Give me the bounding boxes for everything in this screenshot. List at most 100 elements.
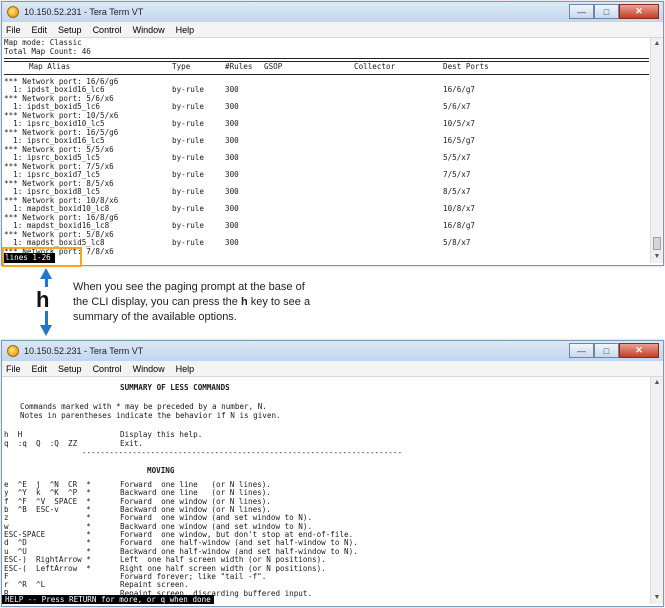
- close-icon: ✕: [635, 6, 643, 16]
- menu-setup[interactable]: Setup: [58, 25, 82, 35]
- type-cell: by-rule: [172, 136, 205, 145]
- rules-cell: 300: [225, 238, 239, 247]
- tera-term-icon: [7, 6, 19, 18]
- rules-cell: 300: [225, 187, 239, 196]
- dest-ports-cell: 10/8/x7: [443, 204, 476, 213]
- col-map-alias: Map Alias: [29, 62, 71, 71]
- col-dest-ports: Dest Ports: [443, 62, 489, 71]
- arrow-down-head: [40, 325, 52, 336]
- scroll-up-icon[interactable]: ▲: [651, 377, 663, 389]
- menu-file[interactable]: File: [6, 364, 21, 374]
- dest-ports-cell: 16/8/g7: [443, 221, 476, 230]
- type-cell: by-rule: [172, 187, 205, 196]
- h-key-label: h: [36, 287, 50, 312]
- type-cell: by-rule: [172, 170, 205, 179]
- close-button[interactable]: ✕: [619, 4, 659, 19]
- moving-title: MOVING: [147, 466, 175, 475]
- menu-control[interactable]: Control: [93, 25, 122, 35]
- close-button[interactable]: ✕: [619, 343, 659, 358]
- tera-term-icon: [7, 345, 19, 357]
- scroll-thumb[interactable]: [653, 237, 661, 250]
- dest-ports-cell: 16/6/g7: [443, 85, 476, 94]
- maximize-icon: □: [603, 345, 610, 356]
- close-icon: ✕: [635, 345, 643, 355]
- col-rules: #Rules: [225, 62, 253, 71]
- map-count-line: Total Map Count: 46: [4, 47, 91, 56]
- rules-cell: 300: [225, 204, 239, 213]
- window-title: 10.150.52.231 - Tera Term VT: [24, 7, 144, 17]
- minimize-icon: —: [577, 6, 586, 17]
- menu-help[interactable]: Help: [176, 25, 195, 35]
- menu-edit[interactable]: Edit: [32, 364, 48, 374]
- menu-bar: File Edit Setup Control Window Help: [2, 22, 663, 38]
- dest-ports-cell: 5/8/x7: [443, 238, 471, 247]
- menu-help[interactable]: Help: [176, 364, 195, 374]
- help-keys-h: h H: [4, 430, 23, 439]
- minimize-button[interactable]: —: [569, 343, 594, 358]
- dest-ports-cell: 5/5/x7: [443, 153, 471, 162]
- bottom-terminal-window: 10.150.52.231 - Tera Term VT — □ ✕ File …: [1, 340, 664, 607]
- rules-cell: 300: [225, 85, 239, 94]
- dest-ports-cell: 8/5/x7: [443, 187, 471, 196]
- terminal-screen[interactable]: SUMMARY OF LESS COMMANDS Commands marked…: [2, 377, 651, 604]
- section-divider: ----------------------------------------…: [82, 448, 403, 457]
- callout-caption: When you see the paging prompt at the ba…: [73, 280, 313, 325]
- col-type: Type: [172, 62, 191, 71]
- menu-edit[interactable]: Edit: [32, 25, 48, 35]
- command-keys: r ^R ^L: [4, 580, 46, 590]
- type-cell: by-rule: [172, 204, 205, 213]
- menu-file[interactable]: File: [6, 25, 21, 35]
- help-desc-q: Exit.: [120, 439, 143, 448]
- top-terminal-window: 10.150.52.231 - Tera Term VT — □ ✕ File …: [1, 1, 664, 266]
- col-collector: Collector: [354, 62, 396, 71]
- menu-bar: File Edit Setup Control Window Help: [2, 361, 663, 377]
- scroll-down-icon[interactable]: ▼: [651, 251, 663, 263]
- title-bar[interactable]: 10.150.52.231 - Tera Term VT — □ ✕: [2, 341, 663, 361]
- type-cell: by-rule: [172, 221, 205, 230]
- header-divider: [4, 58, 649, 62]
- window-title: 10.150.52.231 - Tera Term VT: [24, 346, 144, 356]
- help-desc-h: Display this help.: [120, 430, 203, 439]
- arrow-up-line: [45, 278, 48, 287]
- rules-cell: 300: [225, 119, 239, 128]
- scroll-down-icon[interactable]: ▼: [651, 592, 663, 604]
- menu-control[interactable]: Control: [93, 364, 122, 374]
- command-keys: ESC-( LeftArrow *: [4, 563, 91, 573]
- vertical-scrollbar[interactable]: ▲ ▼: [650, 38, 663, 263]
- header-underline: [4, 74, 649, 75]
- minimize-icon: —: [577, 345, 586, 356]
- dest-ports-cell: 7/5/x7: [443, 170, 471, 179]
- menu-setup[interactable]: Setup: [58, 364, 82, 374]
- type-cell: by-rule: [172, 238, 205, 247]
- window-controls: — □ ✕: [569, 343, 659, 358]
- rules-cell: 300: [225, 170, 239, 179]
- maximize-button[interactable]: □: [594, 343, 619, 358]
- scroll-up-icon[interactable]: ▲: [651, 38, 663, 50]
- paging-prompt-highlight: [2, 247, 82, 267]
- col-gsop: GSOP: [264, 62, 283, 71]
- title-bar[interactable]: 10.150.52.231 - Tera Term VT — □ ✕: [2, 2, 663, 22]
- menu-window[interactable]: Window: [133, 25, 165, 35]
- rules-cell: 300: [225, 136, 239, 145]
- type-cell: by-rule: [172, 153, 205, 162]
- note-line-2: Notes in parentheses indicate the behavi…: [20, 411, 281, 420]
- type-cell: by-rule: [172, 102, 205, 111]
- type-cell: by-rule: [172, 119, 205, 128]
- terminal-screen[interactable]: Map mode: Classic Total Map Count: 46 Ma…: [2, 38, 651, 263]
- rules-cell: 300: [225, 153, 239, 162]
- maximize-button[interactable]: □: [594, 4, 619, 19]
- help-status-line: HELP -- Press RETURN for more, or q when…: [2, 595, 214, 604]
- caption-key: h: [240, 296, 248, 308]
- dest-ports-cell: 5/6/x7: [443, 102, 471, 111]
- minimize-button[interactable]: —: [569, 4, 594, 19]
- summary-title: SUMMARY OF LESS COMMANDS: [120, 383, 230, 392]
- note-line-1: Commands marked with * may be preceded b…: [20, 402, 267, 411]
- menu-window[interactable]: Window: [133, 364, 165, 374]
- rules-cell: 300: [225, 102, 239, 111]
- vertical-scrollbar[interactable]: ▲ ▼: [650, 377, 663, 604]
- arrow-down-line: [45, 311, 48, 326]
- maximize-icon: □: [603, 6, 610, 17]
- dest-ports-cell: 16/5/g7: [443, 136, 476, 145]
- dest-ports-cell: 10/5/x7: [443, 119, 476, 128]
- window-controls: — □ ✕: [569, 4, 659, 19]
